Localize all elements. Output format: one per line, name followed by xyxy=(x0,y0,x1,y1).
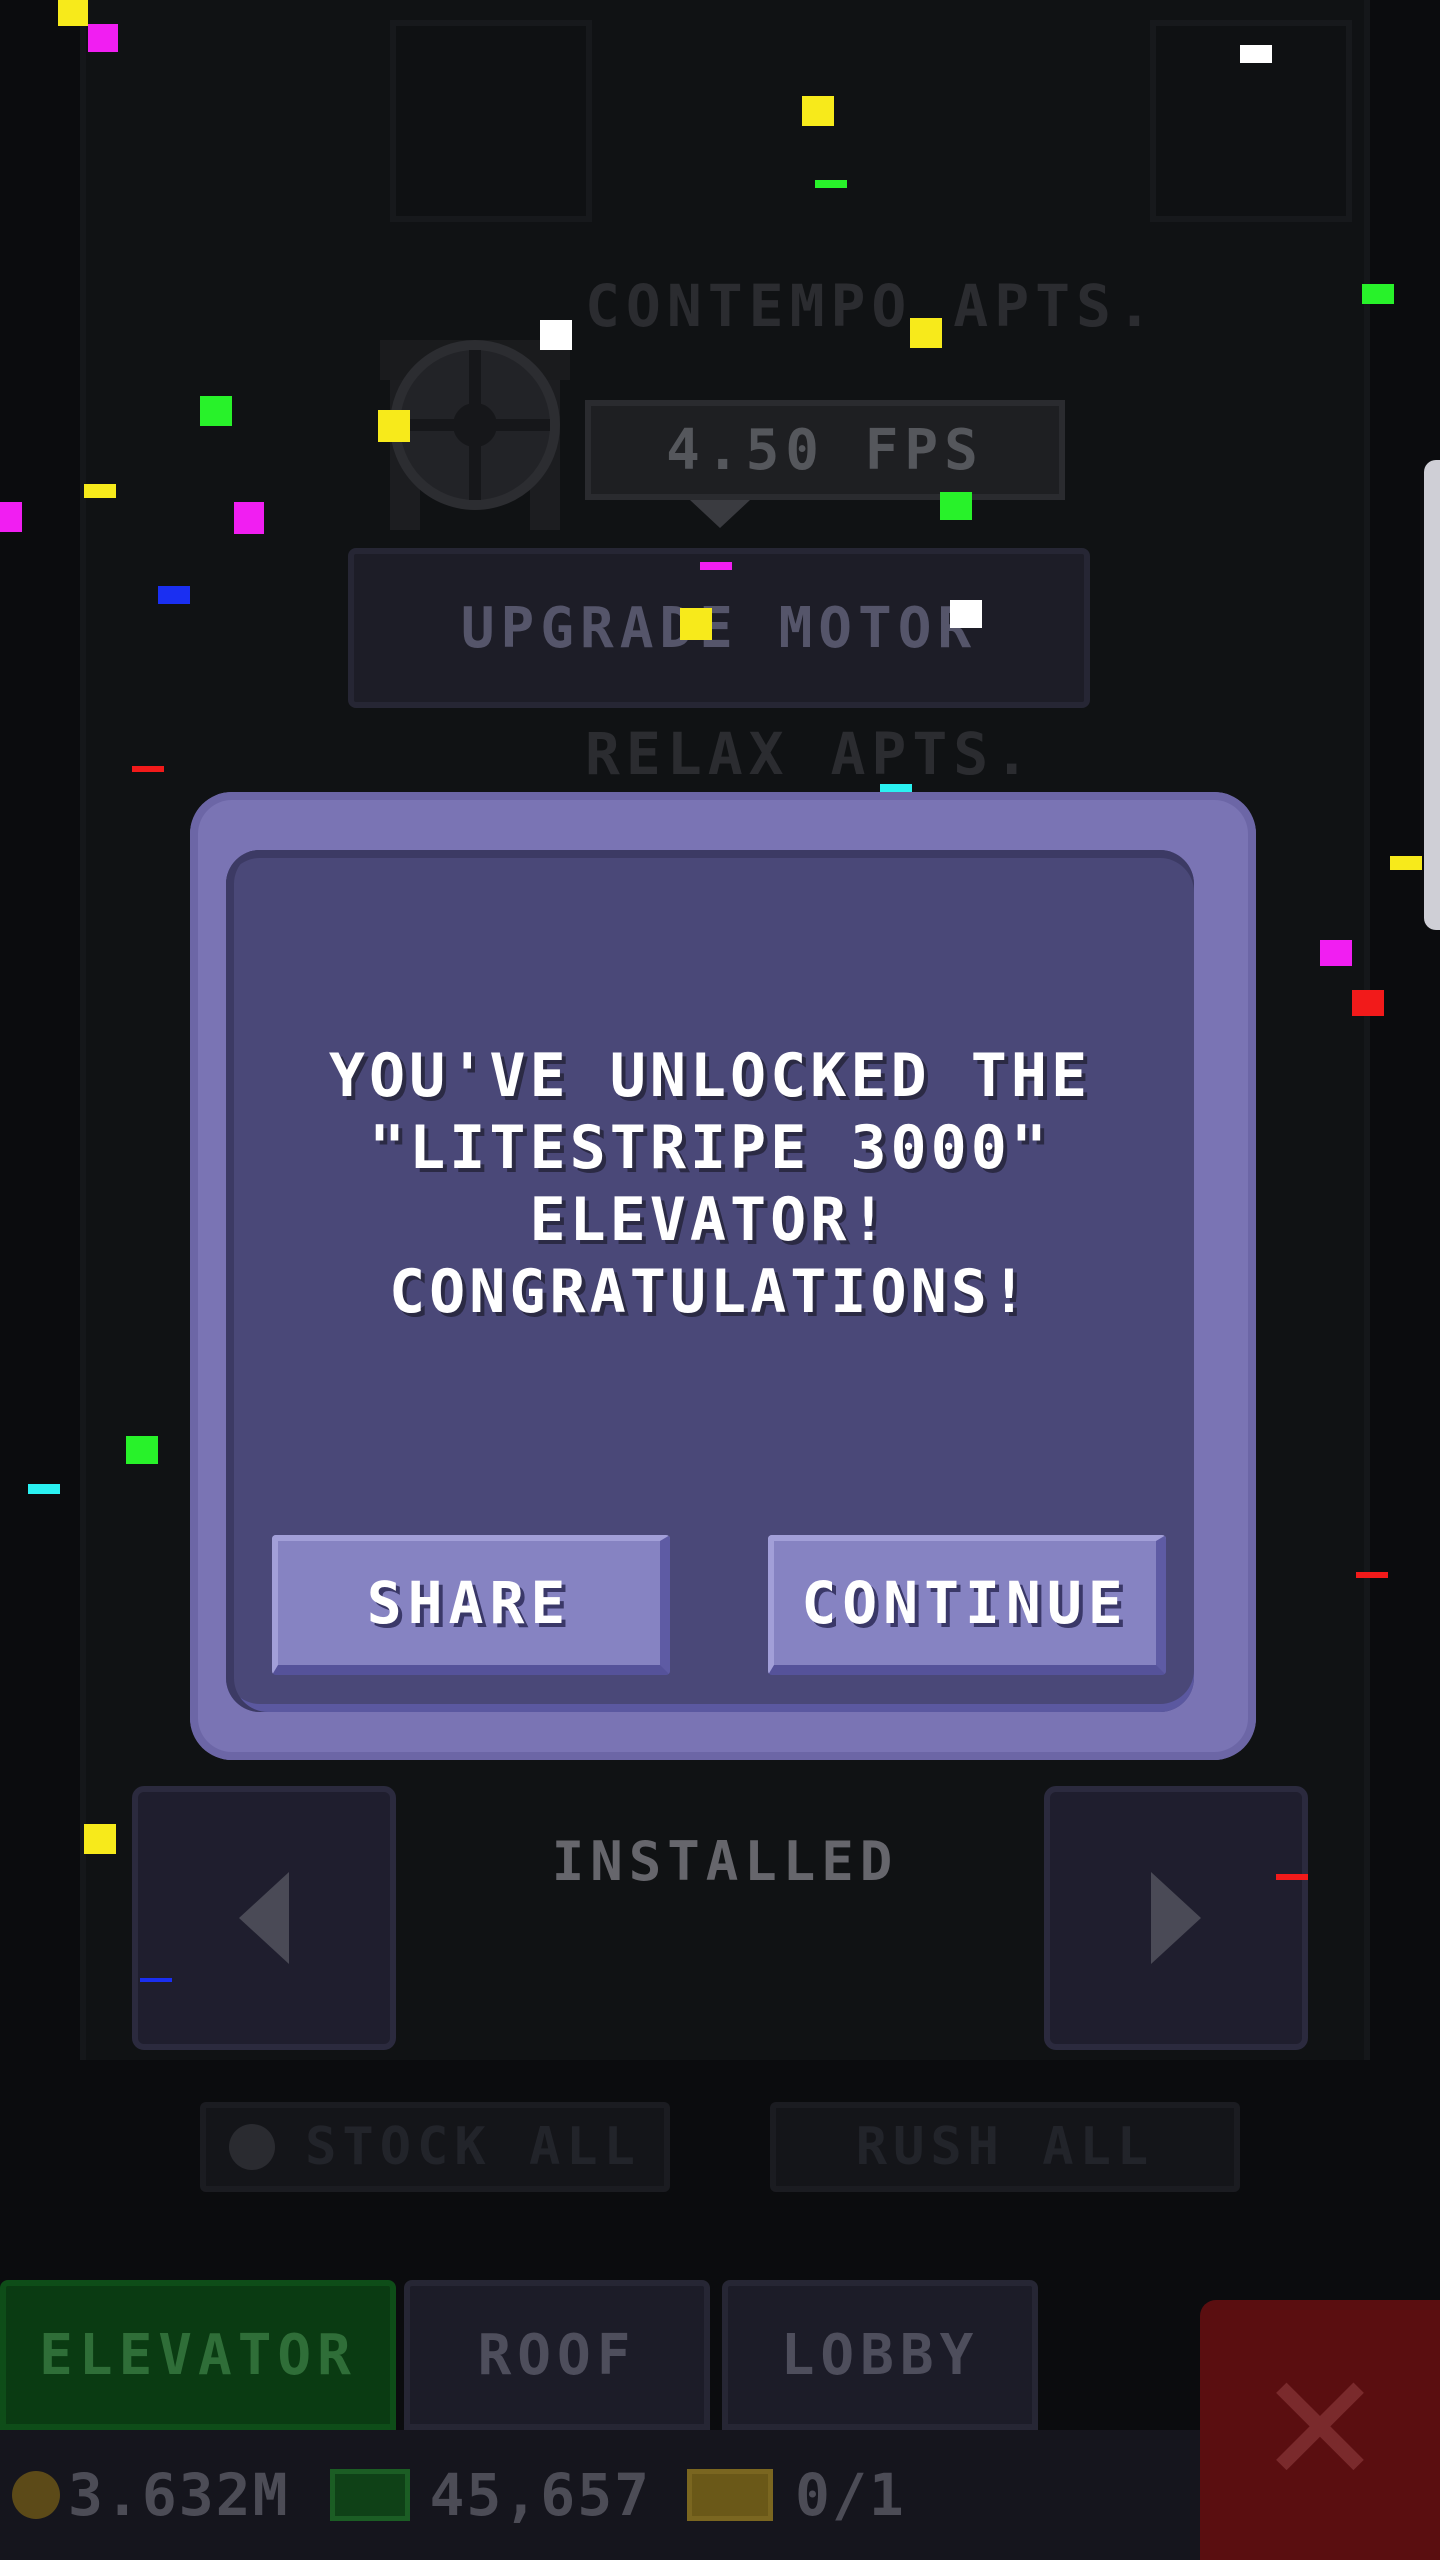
coin-count: 3.632M xyxy=(68,2461,290,2529)
tab-lobby-label: LOBBY xyxy=(780,2322,980,2388)
share-label: SHARE xyxy=(366,1569,572,1637)
confetti-piece xyxy=(1352,990,1384,1016)
confetti-piece xyxy=(1240,45,1272,63)
confetti-piece xyxy=(0,502,22,532)
coin-icon xyxy=(12,2471,60,2519)
confetti-piece xyxy=(84,1824,116,1854)
prev-elevator-button[interactable] xyxy=(132,1786,396,2050)
confetti-piece xyxy=(378,410,410,442)
confetti-piece xyxy=(84,484,116,498)
message-line: "LITESTRIPE 3000" xyxy=(368,1113,1052,1183)
cash-icon xyxy=(329,2469,410,2521)
confetti-piece xyxy=(940,492,972,520)
upgrade-motor-button[interactable]: UPGRADE MOTOR xyxy=(348,548,1090,708)
next-elevator-button[interactable] xyxy=(1044,1786,1308,2050)
tab-elevator[interactable]: ELEVATOR xyxy=(0,2280,396,2430)
fps-display: 4.50 FPS xyxy=(585,400,1065,500)
arrow-left-icon xyxy=(239,1872,289,1964)
dialog-message: YOU'VE UNLOCKED THE "LITESTRIPE 3000" EL… xyxy=(266,1040,1154,1328)
confetti-piece xyxy=(234,502,264,534)
tab-roof-label: ROOF xyxy=(477,2322,637,2388)
confetti-piece xyxy=(132,766,164,772)
status-bar: 3.632M 45,657 0/1 xyxy=(0,2430,1200,2560)
confetti-piece xyxy=(880,784,912,792)
message-line: ELEVATOR! xyxy=(529,1185,891,1255)
ticket-icon xyxy=(687,2469,774,2521)
rush-all-label: RUSH ALL xyxy=(855,2117,1155,2177)
installed-label: INSTALLED xyxy=(551,1830,899,1893)
confetti-piece xyxy=(58,0,88,26)
message-line: CONGRATULATIONS! xyxy=(389,1257,1031,1327)
confetti-piece xyxy=(1356,1572,1388,1578)
scrollbar[interactable] xyxy=(1424,460,1440,930)
message-line: YOU'VE UNLOCKED THE xyxy=(328,1041,1092,1111)
share-button[interactable]: SHARE xyxy=(272,1535,670,1675)
fps-pointer-icon xyxy=(690,500,750,528)
confetti-piece xyxy=(1362,284,1394,304)
close-button[interactable]: ✕ xyxy=(1200,2300,1440,2560)
floor-title-top: CONTEMPO APTS. xyxy=(585,272,1158,340)
confetti-piece xyxy=(126,1436,158,1464)
stock-all-button[interactable]: STOCK ALL xyxy=(200,2102,670,2192)
confetti-piece xyxy=(950,600,982,628)
continue-label: CONTINUE xyxy=(801,1569,1129,1637)
confetti-piece xyxy=(802,96,834,126)
confetti-piece xyxy=(680,608,712,640)
confetti-piece xyxy=(28,1484,60,1494)
confetti-piece xyxy=(1390,856,1422,870)
confetti-piece xyxy=(140,1978,172,1982)
clock-icon xyxy=(229,2124,276,2170)
cash-count: 45,657 xyxy=(429,2461,652,2529)
rush-all-button[interactable]: RUSH ALL xyxy=(770,2102,1240,2192)
confetti-piece xyxy=(88,24,118,52)
confetti-piece xyxy=(815,180,847,188)
confetti-piece xyxy=(158,586,190,604)
floor-title-bottom: RELAX APTS. xyxy=(585,720,1036,788)
confetti-piece xyxy=(700,562,732,570)
tab-lobby[interactable]: LOBBY xyxy=(722,2280,1038,2430)
confetti-piece xyxy=(1320,940,1352,966)
confetti-piece xyxy=(910,318,942,348)
close-x-icon: ✕ xyxy=(1257,2343,1383,2517)
ticket-count: 0/1 xyxy=(795,2461,906,2529)
confetti-piece xyxy=(540,320,572,350)
continue-button[interactable]: CONTINUE xyxy=(768,1535,1166,1675)
confetti-piece xyxy=(200,396,232,426)
confetti-piece xyxy=(1276,1874,1308,1880)
tab-elevator-label: ELEVATOR xyxy=(39,2322,357,2388)
stock-all-label: STOCK ALL xyxy=(305,2117,641,2177)
building-window xyxy=(390,20,592,222)
tab-roof[interactable]: ROOF xyxy=(404,2280,710,2430)
arrow-right-icon xyxy=(1151,1872,1201,1964)
